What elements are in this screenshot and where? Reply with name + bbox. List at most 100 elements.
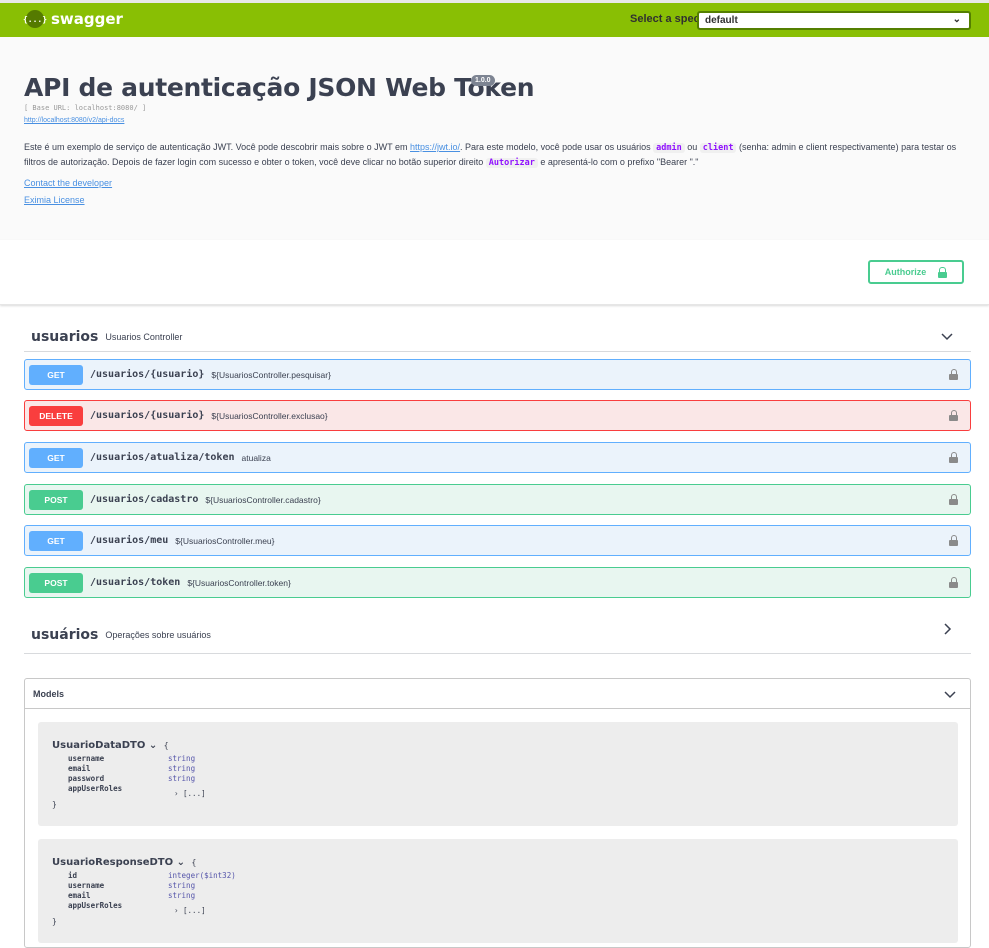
scheme-container: Authorize [0,240,989,305]
chevron-down-icon: ⌄ [176,857,185,868]
prop-name: appUserRoles [68,784,123,793]
operation-path: /usuarios/{usuario} [90,410,205,421]
jwt-link[interactable]: https://jwt.io/ [410,142,460,152]
operation-path: /usuarios/meu [90,535,169,546]
chevron-right-icon [944,623,952,635]
chevron-right-icon: › [174,789,179,798]
prop-array-toggle[interactable]: › [...] [174,906,206,915]
operation-summary: ${UsuariosController.pesquisar} [211,369,331,380]
topbar: {...} swagger Select a spec default ⌄ [0,0,989,37]
base-url: [ Base URL: localhost:8080/ ] [24,104,147,112]
tag-usuarios-operacoes[interactable]: usuários Operações sobre usuários [24,617,971,654]
info-section: API de autenticação JSON Web Token 1.0.0… [0,37,989,240]
tag-usuarios[interactable]: usuarios Usuarios Controller [24,322,971,352]
code-admin: admin [653,143,685,153]
prop-name: username [68,881,105,890]
code-client: client [699,143,737,153]
prop-type: string [168,891,196,900]
lock-icon[interactable] [949,494,958,505]
license-link[interactable]: Eximia License [24,195,85,205]
tag-name: usuarios [31,328,99,345]
operation-summary: atualiza [241,452,271,463]
spec-select-label: Select a spec [630,13,700,25]
desc-text-2: . Para este modelo, você pode usar os us… [460,142,654,152]
method-badge: GET [29,447,83,468]
model-name[interactable]: UsuarioDataDTO ⌄ { [52,740,169,751]
method-badge: POST [29,489,83,510]
swagger-logo-icon: {...} [23,10,47,28]
spec-select-value: default [705,15,738,26]
models-header[interactable]: Models [25,679,970,709]
operation-post-cadastro[interactable]: POST /usuarios/cadastro ${UsuariosContro… [24,484,971,515]
models-section: Models UsuarioDataDTO ⌄ { username strin… [24,678,971,948]
desc-text-5: e apresentá-lo com o prefixo "Bearer "." [537,157,699,167]
prop-type: string [168,774,196,783]
method-badge: GET [29,364,83,385]
operation-get-usuario[interactable]: GET /usuarios/{usuario} ${UsuariosContro… [24,359,971,390]
chevron-down-icon: ⌄ [952,14,961,25]
desc-text-3: ou [684,142,700,152]
operation-delete-usuario[interactable]: DELETE /usuarios/{usuario} ${UsuariosCon… [24,400,971,431]
prop-type: integer($int32) [168,871,236,880]
tag-description: Operações sobre usuários [105,630,211,640]
tag-description: Usuarios Controller [105,331,183,342]
prop-type: string [168,754,196,763]
chevron-down-icon [944,691,956,699]
prop-type: string [168,764,196,773]
prop-name: id [68,871,78,880]
model-usuario-response-dto: UsuarioResponseDTO ⌄ { id integer($int32… [38,839,958,943]
prop-type: [...] [183,906,206,915]
close-brace: } [52,917,57,926]
authorize-label: Authorize [884,267,927,277]
prop-name: username [68,754,105,763]
chevron-down-icon: ⌄ [148,740,158,751]
prop-name: password [68,774,105,783]
chevron-down-icon [941,333,953,341]
lock-icon[interactable] [949,452,958,463]
chevron-right-icon: › [174,906,179,915]
authorize-button[interactable]: Authorize [868,260,964,284]
operation-summary: ${UsuariosController.exclusao} [211,410,328,421]
operation-path: /usuarios/{usuario} [90,369,205,380]
lock-icon[interactable] [949,535,958,546]
operation-post-token[interactable]: POST /usuarios/token ${UsuariosControlle… [24,567,971,598]
contact-developer-link[interactable]: Contact the developer [24,178,112,188]
version-badge: 1.0.0 [471,75,495,86]
method-badge: POST [29,572,83,593]
prop-type: [...] [183,789,206,798]
api-description: Este é um exemplo de serviço de autentic… [24,140,974,170]
operation-summary: ${UsuariosController.token} [187,577,291,588]
prop-name: email [68,764,91,773]
open-brace: { [191,858,197,867]
prop-name: email [68,891,91,900]
close-brace: } [52,800,57,809]
method-badge: GET [29,530,83,551]
code-autorizar: Autorizar [485,158,538,168]
api-docs-link[interactable]: http://localhost:8080/v2/api-docs [24,117,124,124]
prop-name: appUserRoles [68,901,123,910]
prop-type: string [168,881,196,890]
method-badge: DELETE [29,405,83,426]
page-title: API de autenticação JSON Web Token [24,73,535,102]
operation-summary: ${UsuariosController.cadastro} [205,494,321,505]
tag-name: usuários [31,627,99,643]
models-title: Models [33,688,65,699]
model-usuario-data-dto: UsuarioDataDTO ⌄ { username string email… [38,722,958,826]
open-brace: { [163,741,169,750]
model-title: UsuarioResponseDTO [52,857,174,868]
prop-array-toggle[interactable]: › [...] [174,789,206,798]
spec-select[interactable]: default ⌄ [697,11,971,30]
operation-summary: ${UsuariosController.meu} [175,535,275,546]
operation-get-atualiza-token[interactable]: GET /usuarios/atualiza/token atualiza [24,442,971,473]
model-name[interactable]: UsuarioResponseDTO ⌄ { [52,857,196,868]
operation-get-meu[interactable]: GET /usuarios/meu ${UsuariosController.m… [24,525,971,556]
logo-text: swagger [51,10,123,28]
lock-icon[interactable] [949,577,958,588]
lock-icon[interactable] [949,410,958,421]
operation-path: /usuarios/token [90,577,181,588]
operation-path: /usuarios/cadastro [90,494,199,505]
operation-path: /usuarios/atualiza/token [90,452,235,463]
lock-icon[interactable] [949,369,958,380]
desc-text-1: Este é um exemplo de serviço de autentic… [24,142,411,152]
swagger-logo[interactable]: {...} swagger [23,10,123,28]
